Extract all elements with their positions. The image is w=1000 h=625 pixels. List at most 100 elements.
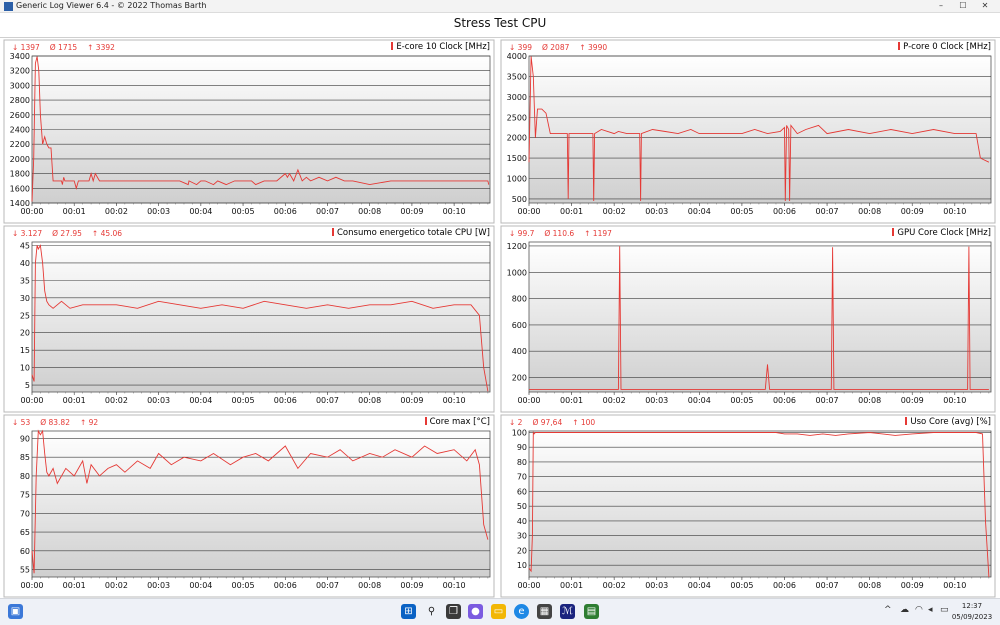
hwinfo-icon[interactable]: ℳ — [560, 604, 575, 619]
y-tick-label: 30 — [517, 532, 527, 541]
x-tick-label: 00:02 — [105, 581, 128, 590]
panel-title: P-core 0 Clock [MHz] — [695, 42, 991, 54]
log-viewer-icon[interactable]: ▤ — [584, 604, 599, 619]
minimize-button[interactable]: – — [930, 0, 952, 12]
y-tick-label: 25 — [20, 311, 30, 320]
panel-title-text: GPU Core Clock [MHz] — [897, 228, 991, 238]
y-tick-label: 50 — [517, 502, 527, 511]
log-viewer-window: Generic Log Viewer 6.4 - © 2022 Thomas B… — [0, 0, 1000, 625]
x-tick-label: 00:00 — [517, 581, 540, 590]
x-tick-label: 00:02 — [105, 396, 128, 405]
y-tick-label: 200 — [512, 374, 527, 383]
x-tick-label: 00:09 — [400, 396, 423, 405]
x-tick-label: 00:03 — [147, 396, 170, 405]
x-tick-label: 00:10 — [443, 581, 466, 590]
windows-start-icon[interactable]: ⊞ — [401, 604, 416, 619]
explorer-icon[interactable]: ▭ — [491, 604, 506, 619]
x-tick-label: 00:05 — [232, 396, 255, 405]
x-tick-label: 00:06 — [773, 396, 796, 405]
y-tick-label: 1000 — [507, 175, 527, 184]
wifi-icon[interactable]: ◠ — [915, 605, 923, 615]
y-tick-label: 2000 — [10, 155, 30, 164]
y-tick-label: 15 — [20, 346, 30, 355]
stat-max: ↑ 92 — [79, 418, 99, 427]
y-tick-label: 80 — [517, 458, 527, 467]
x-tick-label: 00:01 — [63, 207, 86, 216]
stat-max: ↑ 3392 — [87, 43, 115, 52]
charts-canvas: 1400160018002000220024002600280030003200… — [3, 39, 996, 598]
stat-avg: Ø 110.6 — [544, 229, 575, 238]
x-tick-label: 00:06 — [773, 581, 796, 590]
y-tick-label: 40 — [20, 259, 30, 268]
x-tick-label: 00:08 — [358, 396, 381, 405]
legend-swatch — [332, 228, 334, 236]
x-tick-label: 00:02 — [603, 581, 626, 590]
y-tick-label: 10 — [517, 561, 527, 570]
task-view-icon[interactable]: ❐ — [446, 604, 461, 619]
stat-max: ↑ 100 — [572, 418, 596, 427]
x-tick-label: 00:09 — [400, 581, 423, 590]
y-tick-label: 400 — [512, 347, 527, 356]
edge-icon[interactable]: e — [514, 604, 529, 619]
taskbar-clock-time[interactable]: 12:37 — [950, 602, 994, 610]
y-tick-label: 10 — [20, 364, 30, 373]
x-tick-label: 00:02 — [603, 207, 626, 216]
plot-area — [31, 430, 491, 578]
x-tick-label: 00:09 — [901, 581, 924, 590]
search-icon[interactable]: ⚲ — [424, 604, 439, 619]
legend-swatch — [424, 417, 427, 425]
stat-min: ↓ 99.7 — [509, 229, 535, 238]
y-tick-label: 1000 — [507, 268, 527, 277]
network-icon[interactable]: ☁ — [900, 605, 909, 615]
y-tick-label: 70 — [517, 473, 527, 482]
panel-title-text: Uso Core (avg) [%] — [910, 417, 991, 427]
close-button[interactable]: ✕ — [974, 0, 996, 12]
speaker-icon[interactable]: ◂ — [928, 605, 933, 615]
x-tick-label: 00:10 — [943, 207, 966, 216]
legend-swatch — [905, 417, 908, 425]
panel-stats: ↓ 399 Ø 2087 ↑ 3990 — [509, 43, 617, 54]
maximize-button[interactable]: ☐ — [952, 0, 974, 12]
panel-title: E-core 10 Clock [MHz] — [194, 42, 490, 54]
x-tick-label: 00:08 — [858, 207, 881, 216]
panel-stats: ↓ 3.127 Ø 27.95 ↑ 45.06 — [12, 229, 132, 240]
x-tick-label: 00:07 — [316, 396, 339, 405]
x-tick-label: 00:10 — [443, 207, 466, 216]
y-tick-label: 1800 — [10, 170, 30, 179]
x-tick-label: 00:07 — [816, 207, 839, 216]
panel-title: Uso Core (avg) [%] — [695, 417, 991, 429]
x-tick-label: 00:04 — [189, 396, 212, 405]
x-tick-label: 00:00 — [517, 396, 540, 405]
x-tick-label: 00:06 — [274, 207, 297, 216]
title-bar: Generic Log Viewer 6.4 - © 2022 Thomas B… — [0, 0, 1000, 13]
y-tick-label: 1600 — [10, 184, 30, 193]
x-tick-label: 00:03 — [147, 581, 170, 590]
store-icon[interactable]: ▦ — [537, 604, 552, 619]
chat-icon[interactable]: ● — [468, 604, 483, 619]
y-tick-label: 3500 — [507, 72, 527, 81]
x-tick-label: 00:03 — [645, 581, 668, 590]
y-tick-label: 1200 — [507, 242, 527, 251]
x-tick-label: 00:09 — [901, 396, 924, 405]
x-tick-label: 00:05 — [730, 396, 753, 405]
x-tick-label: 00:05 — [232, 581, 255, 590]
legend-swatch — [898, 42, 901, 50]
x-tick-label: 00:08 — [358, 581, 381, 590]
x-tick-label: 00:04 — [189, 207, 212, 216]
chevron-up-icon[interactable]: ^ — [884, 605, 892, 615]
y-tick-label: 30 — [20, 294, 30, 303]
y-tick-label: 500 — [512, 195, 527, 204]
x-tick-label: 00:06 — [773, 207, 796, 216]
stat-max: ↑ 1197 — [584, 229, 612, 238]
taskbar-clock-date[interactable]: 05/09/2023 — [948, 613, 996, 621]
x-tick-label: 00:07 — [816, 581, 839, 590]
widgets-icon[interactable]: ▣ — [8, 604, 23, 619]
x-tick-label: 00:02 — [603, 396, 626, 405]
y-tick-label: 2600 — [10, 111, 30, 120]
x-tick-label: 00:05 — [730, 207, 753, 216]
x-tick-label: 00:05 — [730, 581, 753, 590]
x-tick-label: 00:01 — [560, 396, 583, 405]
stat-avg: Ø 2087 — [541, 43, 570, 52]
stat-min: ↓ 2 — [509, 418, 523, 427]
x-tick-label: 00:08 — [858, 581, 881, 590]
